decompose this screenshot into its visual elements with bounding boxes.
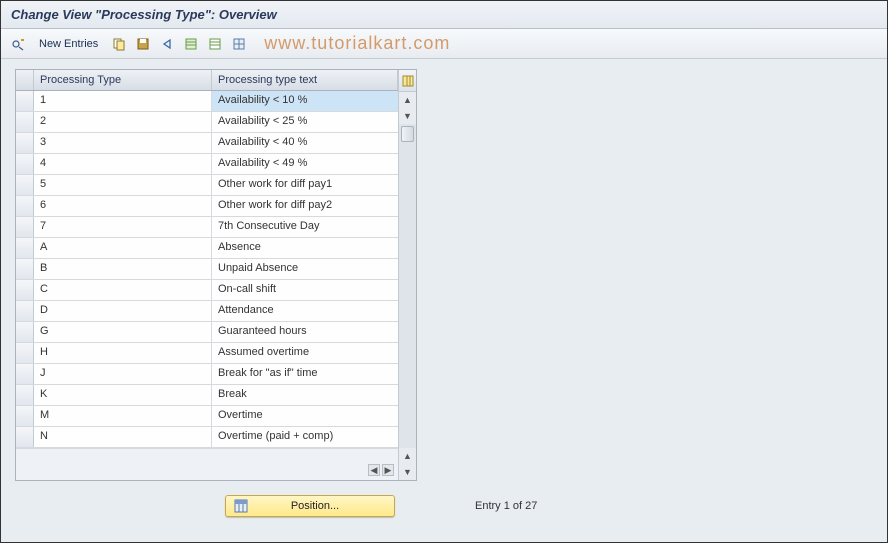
row-selector[interactable] (16, 301, 34, 321)
table-row[interactable]: KBreak (16, 385, 398, 406)
position-label: Position... (256, 500, 374, 512)
cell-text[interactable]: Availability < 25 % (212, 112, 398, 132)
row-selector[interactable] (16, 238, 34, 258)
cell-text[interactable]: Other work for diff pay2 (212, 196, 398, 216)
row-selector[interactable] (16, 175, 34, 195)
toolbar: New Entries www.tutorialkart.com (1, 29, 887, 59)
table-settings-icon[interactable] (230, 35, 248, 53)
row-selector[interactable] (16, 427, 34, 447)
cell-code[interactable]: 5 (34, 175, 212, 195)
row-selector-header[interactable] (16, 70, 34, 90)
table-row[interactable]: AAbsence (16, 238, 398, 259)
table-row[interactable]: COn-call shift (16, 280, 398, 301)
table-row[interactable]: DAttendance (16, 301, 398, 322)
cell-text[interactable]: 7th Consecutive Day (212, 217, 398, 237)
cell-code[interactable]: 3 (34, 133, 212, 153)
row-selector[interactable] (16, 154, 34, 174)
cell-code[interactable]: A (34, 238, 212, 258)
scroll-up-bottom-icon[interactable]: ▲ (399, 448, 416, 464)
scroll-left-icon[interactable]: ◀ (368, 464, 380, 476)
row-selector[interactable] (16, 112, 34, 132)
position-button[interactable]: Position... (225, 495, 395, 517)
table-row[interactable]: 1Availability < 10 % (16, 91, 398, 112)
cell-text[interactable]: Guaranteed hours (212, 322, 398, 342)
table-row[interactable]: 2Availability < 25 % (16, 112, 398, 133)
row-selector[interactable] (16, 133, 34, 153)
window-title: Change View "Processing Type": Overview (1, 1, 887, 29)
row-selector[interactable] (16, 406, 34, 426)
cell-text[interactable]: Availability < 40 % (212, 133, 398, 153)
table-row[interactable]: 5Other work for diff pay1 (16, 175, 398, 196)
table-row[interactable]: 4Availability < 49 % (16, 154, 398, 175)
cell-text[interactable]: Assumed overtime (212, 343, 398, 363)
position-icon (234, 499, 248, 513)
watermark-text: www.tutorialkart.com (264, 33, 450, 54)
cell-code[interactable]: 6 (34, 196, 212, 216)
row-selector[interactable] (16, 385, 34, 405)
scroll-right-icon[interactable]: ▶ (382, 464, 394, 476)
table-row[interactable]: MOvertime (16, 406, 398, 427)
table-row[interactable]: JBreak for "as if" time (16, 364, 398, 385)
table-row[interactable]: HAssumed overtime (16, 343, 398, 364)
row-selector[interactable] (16, 91, 34, 111)
table-row[interactable]: 6Other work for diff pay2 (16, 196, 398, 217)
scroll-down-bottom-icon[interactable]: ▼ (399, 464, 416, 480)
cell-code[interactable]: N (34, 427, 212, 447)
row-selector[interactable] (16, 322, 34, 342)
toggle-view-icon[interactable] (9, 35, 27, 53)
cell-text[interactable]: Availability < 10 % (212, 91, 398, 111)
cell-text[interactable]: Absence (212, 238, 398, 258)
scroll-up-icon[interactable]: ▲ (399, 92, 416, 108)
cell-code[interactable]: D (34, 301, 212, 321)
copy-icon[interactable] (110, 35, 128, 53)
cell-code[interactable]: B (34, 259, 212, 279)
save-icon[interactable] (134, 35, 152, 53)
processing-type-table: Processing Type Processing type text 1Av… (15, 69, 417, 481)
cell-text[interactable]: Overtime (212, 406, 398, 426)
cell-text[interactable]: Other work for diff pay1 (212, 175, 398, 195)
scroll-down-icon[interactable]: ▼ (399, 108, 416, 124)
cell-text[interactable]: Availability < 49 % (212, 154, 398, 174)
cell-code[interactable]: M (34, 406, 212, 426)
table-row[interactable]: 77th Consecutive Day (16, 217, 398, 238)
cell-text[interactable]: Break (212, 385, 398, 405)
cell-code[interactable]: J (34, 364, 212, 384)
undo-icon[interactable] (158, 35, 176, 53)
cell-text[interactable]: Overtime (paid + comp) (212, 427, 398, 447)
cell-code[interactable]: K (34, 385, 212, 405)
cell-text[interactable]: Unpaid Absence (212, 259, 398, 279)
select-all-icon[interactable] (182, 35, 200, 53)
table-header: Processing Type Processing type text (16, 70, 398, 91)
configure-columns-icon[interactable] (399, 70, 416, 92)
scroll-thumb[interactable] (401, 126, 414, 142)
table-row[interactable]: GGuaranteed hours (16, 322, 398, 343)
table-row[interactable]: 3Availability < 40 % (16, 133, 398, 154)
cell-code[interactable]: G (34, 322, 212, 342)
scroll-track[interactable] (399, 124, 416, 448)
deselect-all-icon[interactable] (206, 35, 224, 53)
row-selector[interactable] (16, 196, 34, 216)
vertical-scrollbar[interactable]: ▲ ▼ ▲ ▼ (398, 70, 416, 480)
cell-code[interactable]: H (34, 343, 212, 363)
row-selector[interactable] (16, 343, 34, 363)
column-header-code[interactable]: Processing Type (34, 70, 212, 90)
row-selector[interactable] (16, 259, 34, 279)
row-selector[interactable] (16, 217, 34, 237)
cell-code[interactable]: C (34, 280, 212, 300)
cell-text[interactable]: Attendance (212, 301, 398, 321)
table-row[interactable]: BUnpaid Absence (16, 259, 398, 280)
table-row[interactable]: NOvertime (paid + comp) (16, 427, 398, 448)
cell-code[interactable]: 7 (34, 217, 212, 237)
cell-code[interactable]: 2 (34, 112, 212, 132)
cell-text[interactable]: On-call shift (212, 280, 398, 300)
cell-text[interactable]: Break for "as if" time (212, 364, 398, 384)
cell-code[interactable]: 1 (34, 91, 212, 111)
entry-counter: Entry 1 of 27 (475, 500, 537, 512)
row-selector[interactable] (16, 364, 34, 384)
table-filler: ◀ ▶ (16, 448, 398, 480)
new-entries-button[interactable]: New Entries (33, 36, 104, 52)
cell-code[interactable]: 4 (34, 154, 212, 174)
row-selector[interactable] (16, 280, 34, 300)
column-header-text[interactable]: Processing type text (212, 70, 398, 90)
